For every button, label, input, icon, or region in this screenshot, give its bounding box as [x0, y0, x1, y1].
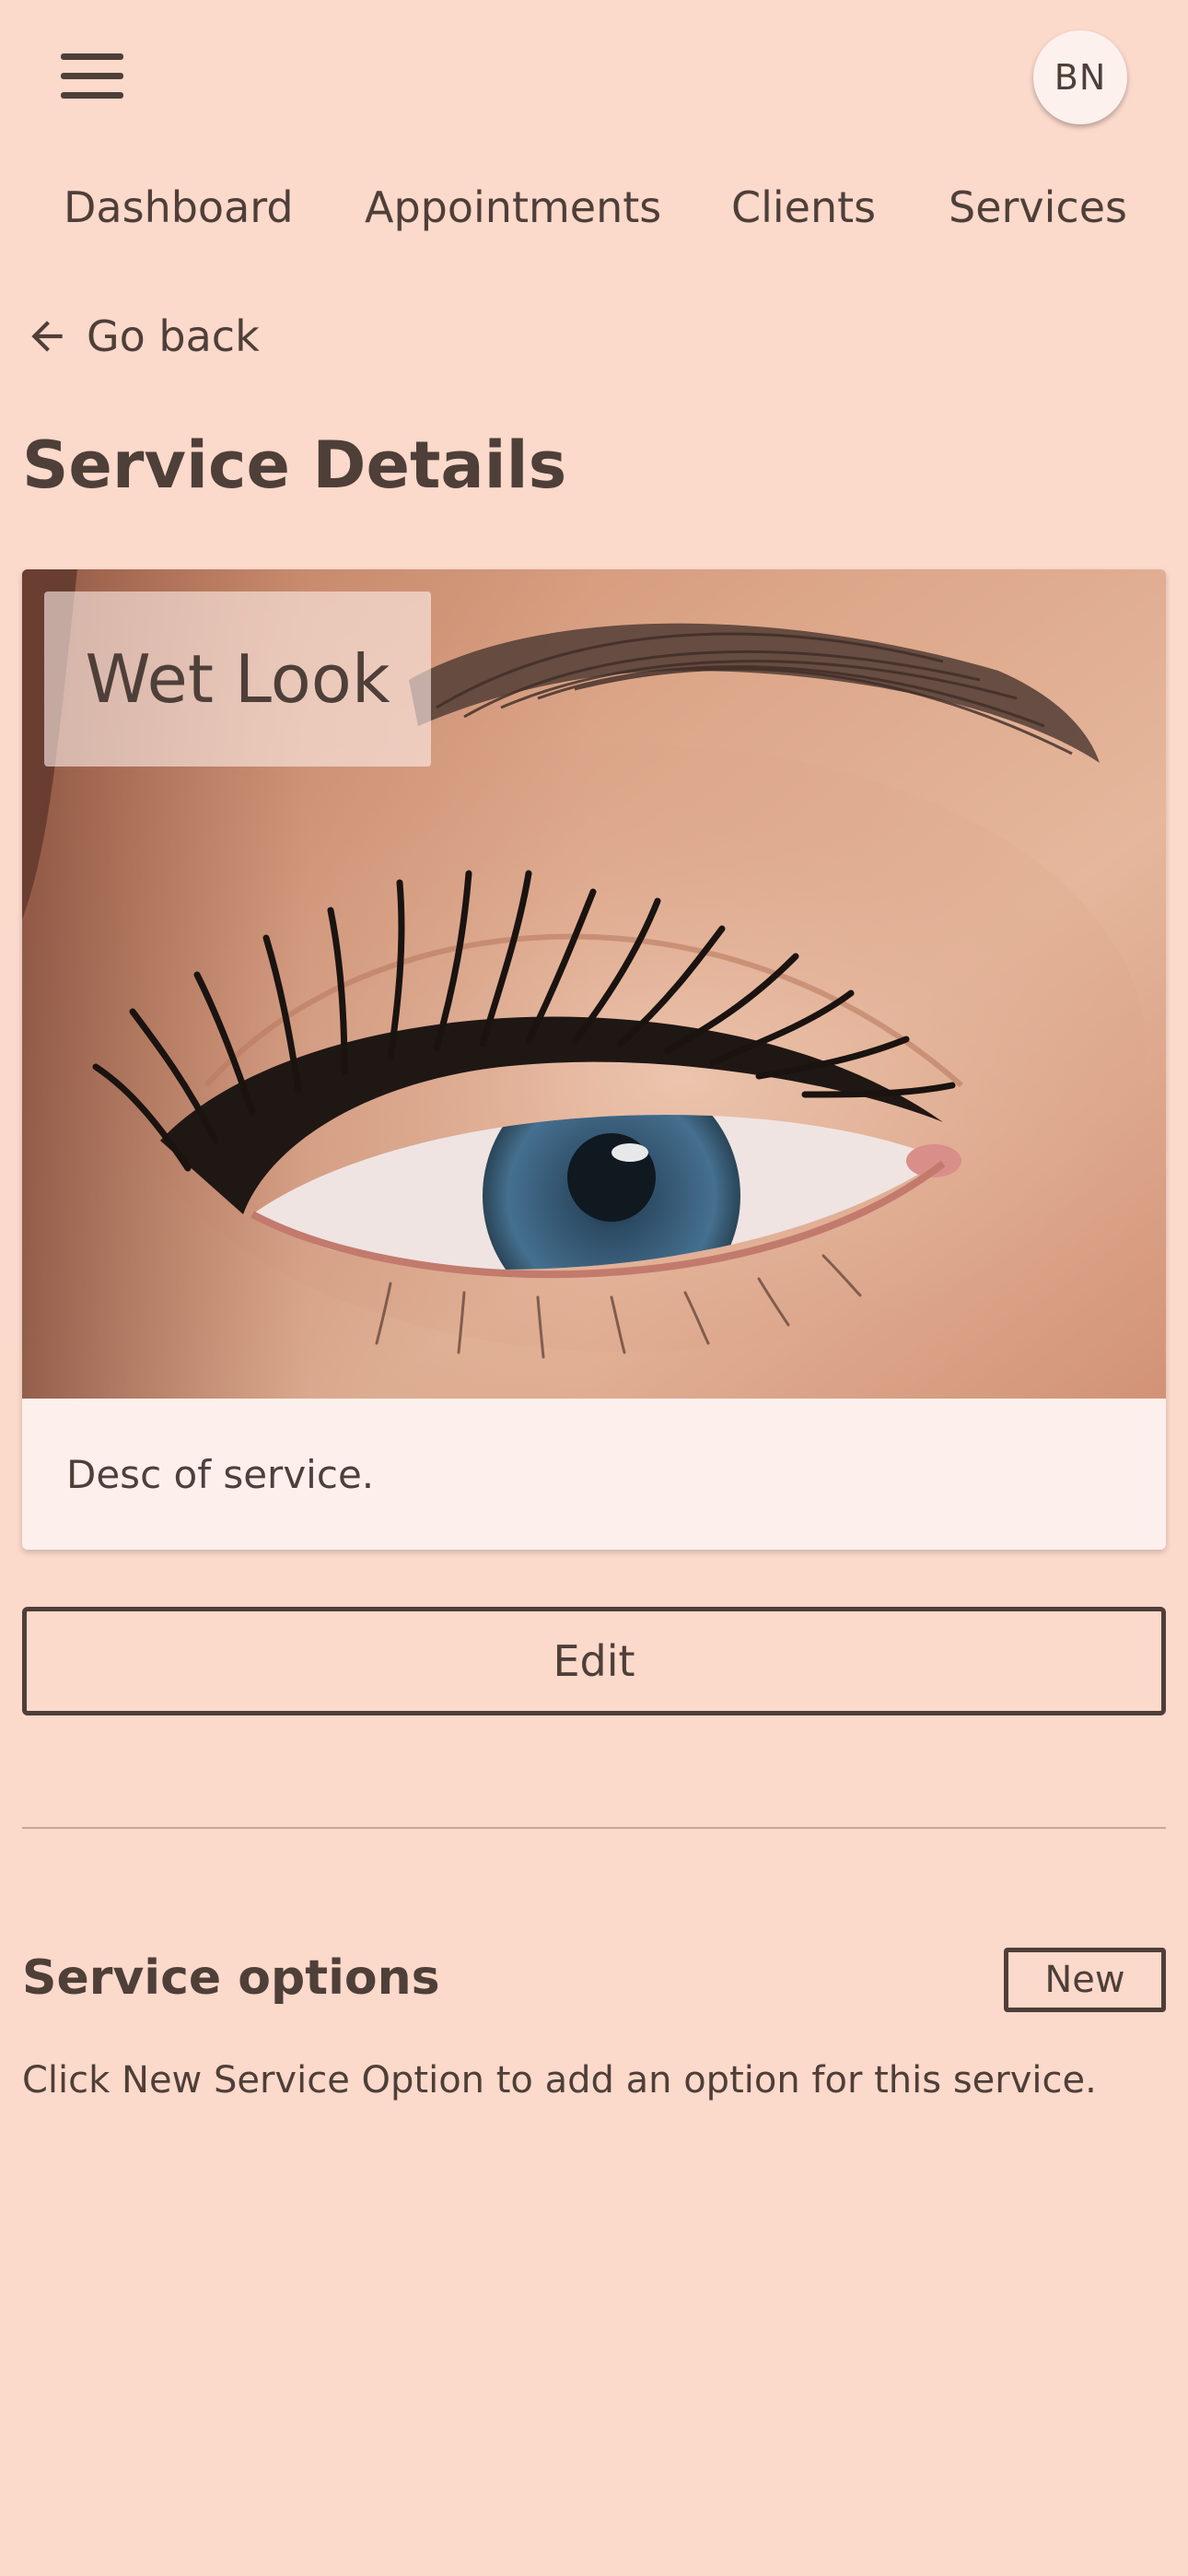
service-name: Wet Look — [85, 640, 390, 718]
new-service-option-button[interactable]: New — [1004, 1948, 1166, 2012]
page-title: Service Details — [22, 427, 567, 503]
avatar-initials: BN — [1054, 57, 1107, 98]
nav-item-clients[interactable]: Clients — [731, 175, 876, 240]
nav-item-appointments[interactable]: Appointments — [365, 175, 661, 240]
avatar[interactable]: BN — [1033, 30, 1127, 124]
edit-button[interactable]: Edit — [22, 1607, 1166, 1715]
nav-item-services[interactable]: Services — [949, 175, 1127, 240]
service-options-hint: Click New Service Option to add an optio… — [22, 2059, 1097, 2102]
service-name-overlay: Wet Look — [44, 591, 431, 767]
arrow-left-icon — [31, 321, 63, 352]
top-app-bar: BN — [0, 0, 1188, 157]
edit-button-label: Edit — [553, 1636, 635, 1686]
hamburger-menu-icon[interactable] — [57, 48, 129, 103]
service-options-title: Service options — [22, 1950, 440, 2006]
nav-item-dashboard[interactable]: Dashboard — [64, 175, 294, 240]
service-description: Desc of service. — [66, 1451, 375, 1497]
go-back-link[interactable]: Go back — [24, 304, 260, 369]
go-back-label: Go back — [87, 311, 260, 361]
new-button-label: New — [1044, 1959, 1125, 2001]
main-nav: Dashboard Appointments Clients Services — [0, 175, 1188, 240]
divider — [22, 1827, 1166, 1829]
service-card: Wet Look Desc of service. — [22, 569, 1166, 1550]
service-image: Wet Look — [22, 569, 1166, 1399]
